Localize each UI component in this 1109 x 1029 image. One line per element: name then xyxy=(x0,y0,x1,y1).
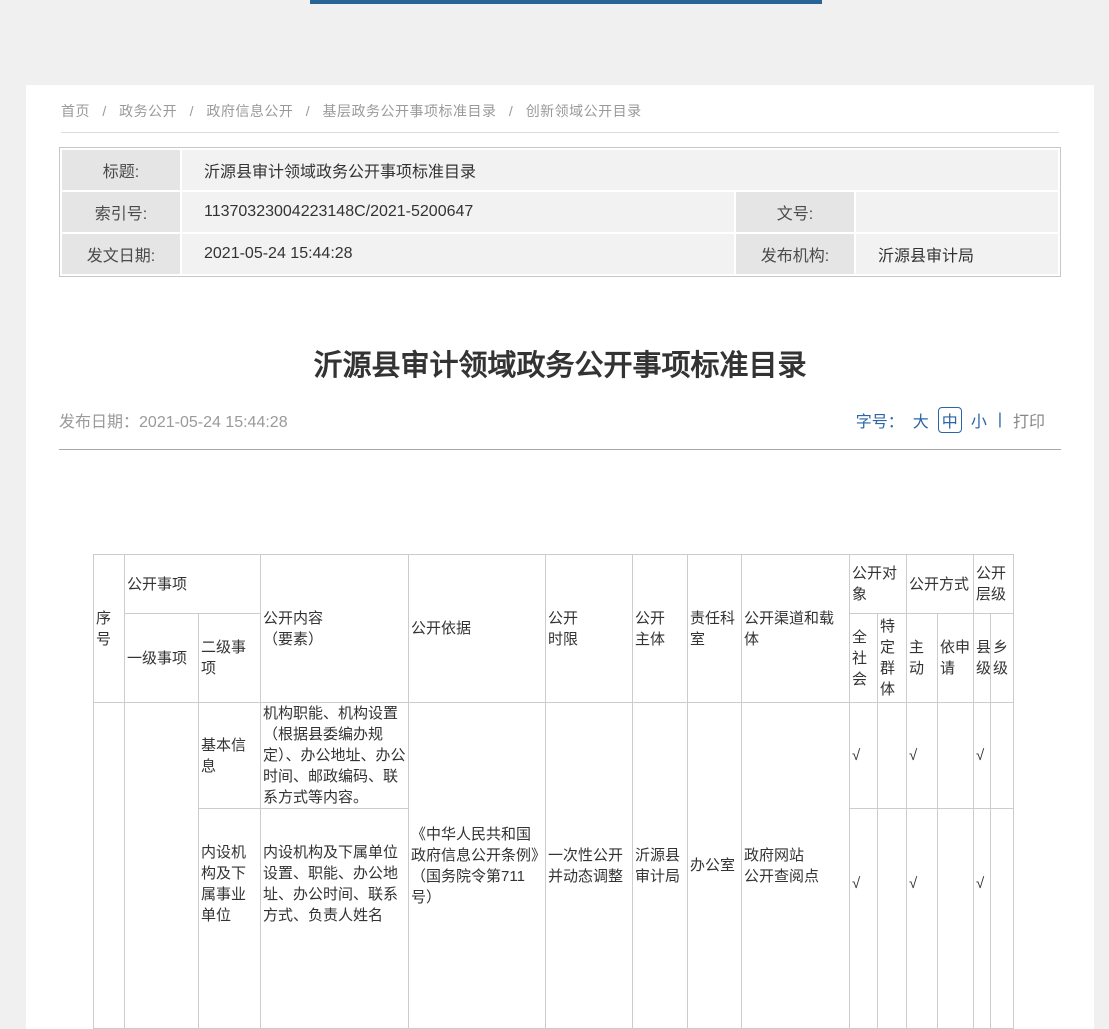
breadcrumb-home[interactable]: 首页 xyxy=(61,103,90,119)
cell-on-request-check xyxy=(938,809,974,1029)
font-size-label: 字号： xyxy=(856,408,904,432)
breadcrumb: 首页 / 政务公开 / 政府信息公开 / 基层政务公开事项标准目录 / 创新领域… xyxy=(61,85,1059,133)
col-header-level-group: 公开 层级 xyxy=(974,555,1014,614)
meta-index-label: 索引号: xyxy=(62,192,180,232)
col-header-item-group: 公开事项 xyxy=(125,555,261,614)
breadcrumb-separator: / xyxy=(509,103,513,119)
cell-specific-group-check xyxy=(878,703,907,809)
cell-proactive-check: √ xyxy=(907,703,938,809)
cell-specific-group-check xyxy=(878,809,907,1029)
meta-index-value: 11370323004223148C/2021-5200647 xyxy=(182,192,734,232)
col-header-content: 公开内容 （要素） xyxy=(261,555,409,703)
breadcrumb-chuangxin[interactable]: 创新领域公开目录 xyxy=(526,103,642,119)
cell-township-check xyxy=(991,809,1014,1029)
print-button[interactable]: 打印 xyxy=(1013,408,1045,432)
font-size-small-button[interactable]: 小 xyxy=(971,408,987,432)
cell-seq xyxy=(94,703,125,1029)
col-header-seq: 序号 xyxy=(94,555,125,703)
col-header-county: 县 级 xyxy=(974,614,991,703)
cell-department: 办公室 xyxy=(688,703,742,1029)
cell-township-check xyxy=(991,703,1014,809)
publish-date-value: 2021-05-24 15:44:28 xyxy=(139,414,288,431)
meta-row-date: 发文日期: 2021-05-24 15:44:28 发布机构: 沂源县审计局 xyxy=(62,234,1058,274)
font-size-medium-button[interactable]: 中 xyxy=(938,407,962,433)
cell-channel: 政府网站 公开查阅点 xyxy=(742,703,850,1029)
document-meta-table: 标题: 沂源县审计领域政务公开事项标准目录 索引号: 1137032300422… xyxy=(59,147,1061,277)
cell-whole-society-check: √ xyxy=(850,703,878,809)
publish-date: 发布日期：2021-05-24 15:44:28 xyxy=(59,408,288,432)
col-header-subject: 公开 主体 xyxy=(633,555,688,703)
publish-info-row: 发布日期：2021-05-24 15:44:28 字号： 大 中 小 | 打印 xyxy=(59,407,1061,450)
table-row: 基本信息 机构职能、机构设置（根据县委编办规定）、办公地址、办公时间、邮政编码、… xyxy=(94,703,1014,809)
publish-date-label: 发布日期： xyxy=(59,414,139,431)
cell-proactive-check: √ xyxy=(907,809,938,1029)
cell-level1 xyxy=(125,703,199,1029)
breadcrumb-separator: / xyxy=(190,103,194,119)
header-row-1: 序号 公开事项 公开内容 （要素） 公开依据 公开 时限 公开 主体 责任科室 … xyxy=(94,555,1014,614)
meta-doc-no-value xyxy=(856,192,1058,232)
col-header-whole-society: 全社 会 xyxy=(850,614,878,703)
meta-row-title: 标题: 沂源县审计领域政务公开事项标准目录 xyxy=(62,150,1058,190)
meta-title-label: 标题: xyxy=(62,150,180,190)
disclosure-table: 序号 公开事项 公开内容 （要素） 公开依据 公开 时限 公开 主体 责任科室 … xyxy=(93,554,1014,1029)
breadcrumb-jiceng[interactable]: 基层政务公开事项标准目录 xyxy=(323,103,497,119)
cell-level2: 基本信息 xyxy=(199,703,261,809)
page-title: 沂源县审计领域政务公开事项标准目录 xyxy=(59,347,1061,385)
col-header-department: 责任科室 xyxy=(688,555,742,703)
meta-issue-date-value: 2021-05-24 15:44:28 xyxy=(182,234,734,274)
meta-issue-date-label: 发文日期: xyxy=(62,234,180,274)
cell-time-limit: 一次性公开并动态调整 xyxy=(546,703,633,1029)
col-header-channel: 公开渠道和载体 xyxy=(742,555,850,703)
cell-basis: 《中华人民共和国政府信息公开条例》（国务院令第711号） xyxy=(409,703,546,1029)
tools-divider: | xyxy=(998,411,1002,429)
breadcrumb-zhengwu[interactable]: 政务公开 xyxy=(119,103,177,119)
cell-subject: 沂源县审计局 xyxy=(633,703,688,1029)
col-header-time-limit: 公开 时限 xyxy=(546,555,633,703)
cell-content: 机构职能、机构设置（根据县委编办规定）、办公地址、办公时间、邮政编码、联系方式等… xyxy=(261,703,409,809)
col-header-on-request: 依申 请 xyxy=(938,614,974,703)
font-size-large-button[interactable]: 大 xyxy=(913,408,929,432)
top-nav-bar-remnant xyxy=(310,0,822,4)
meta-row-index: 索引号: 11370323004223148C/2021-5200647 文号: xyxy=(62,192,1058,232)
col-header-level1: 一级事项 xyxy=(125,614,199,703)
col-header-proactive: 主 动 xyxy=(907,614,938,703)
breadcrumb-separator: / xyxy=(102,103,106,119)
col-header-basis: 公开依据 xyxy=(409,555,546,703)
col-header-township: 乡 级 xyxy=(991,614,1014,703)
disclosure-table-container: 序号 公开事项 公开内容 （要素） 公开依据 公开 时限 公开 主体 责任科室 … xyxy=(93,554,1094,1029)
breadcrumb-separator: / xyxy=(306,103,310,119)
font-size-tools: 字号： 大 中 小 | 打印 xyxy=(856,407,1061,433)
meta-title-value: 沂源县审计领域政务公开事项标准目录 xyxy=(182,150,1058,190)
cell-level2: 内设机构及下属事业单位 xyxy=(199,809,261,1029)
cell-on-request-check xyxy=(938,703,974,809)
cell-county-check: √ xyxy=(974,809,991,1029)
meta-publisher-label: 发布机构: xyxy=(736,234,854,274)
col-header-specific-group: 特 定 群 体 xyxy=(878,614,907,703)
meta-doc-no-label: 文号: xyxy=(736,192,854,232)
cell-whole-society-check: √ xyxy=(850,809,878,1029)
col-header-audience-group: 公开对象 xyxy=(850,555,907,614)
col-header-method-group: 公开方式 xyxy=(907,555,974,614)
cell-content: 内设机构及下属单位设置、职能、办公地址、办公时间、联系方式、负责人姓名 xyxy=(261,809,409,1029)
meta-publisher-value: 沂源县审计局 xyxy=(856,234,1058,274)
cell-county-check: √ xyxy=(974,703,991,809)
col-header-level2: 二级事项 xyxy=(199,614,261,703)
content-panel: 首页 / 政务公开 / 政府信息公开 / 基层政务公开事项标准目录 / 创新领域… xyxy=(26,85,1094,1029)
breadcrumb-xinxi[interactable]: 政府信息公开 xyxy=(206,103,293,119)
